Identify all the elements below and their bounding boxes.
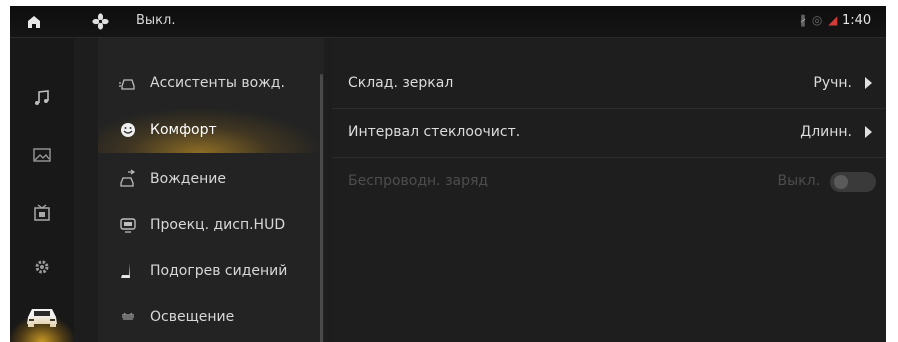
setting-value: Ручн. xyxy=(813,75,852,91)
clock: 1:40 xyxy=(842,13,872,28)
status-indicators: ∦ ◎ ◢ xyxy=(800,13,838,27)
category-item-lighting[interactable]: Освещение xyxy=(98,294,324,340)
category-label: Подогрев сидений xyxy=(150,263,288,279)
settings-list: Склад. зеркал Ручн. Интервал стеклоочист… xyxy=(332,38,886,342)
category-label: Проекц. дисп.HUD xyxy=(150,217,286,233)
toggle-knob xyxy=(834,175,848,189)
music-icon xyxy=(35,90,49,105)
category-item-seat-heating[interactable]: Подогрев сидений xyxy=(98,248,324,294)
category-item-hud[interactable]: Проекц. дисп.HUD xyxy=(98,202,324,248)
lighting-icon xyxy=(122,312,134,320)
assist-icon xyxy=(119,79,135,90)
infotainment-screen: Выкл. ∦ ◎ ◢ 1:40 Ассистенты вожд. Комфор… xyxy=(10,6,886,342)
setting-label: Склад. зеркал xyxy=(348,75,454,91)
status-bar: Выкл. ∦ ◎ ◢ 1:40 xyxy=(10,6,886,38)
comfort-icon xyxy=(121,123,135,137)
category-item-comfort[interactable]: Комфорт xyxy=(98,107,324,153)
signal-icon: ◢ xyxy=(828,13,839,27)
active-rail-glow xyxy=(10,316,74,342)
setting-row-mirror-folding[interactable]: Склад. зеркал Ручн. xyxy=(332,60,886,109)
fan-status-label[interactable]: Выкл. xyxy=(136,13,175,28)
category-scrollbar[interactable] xyxy=(320,74,323,342)
category-label: Ассистенты вожд. xyxy=(150,75,285,91)
category-item-driving[interactable]: Вождение xyxy=(98,156,324,202)
chevron-right-icon xyxy=(865,77,872,89)
setting-label: Интервал стеклоочист. xyxy=(348,124,521,140)
rail-media[interactable] xyxy=(10,193,74,233)
setting-value: Длинн. xyxy=(800,124,852,140)
driving-icon xyxy=(120,169,136,187)
wireless-charging-toggle[interactable] xyxy=(830,172,876,192)
gallery-icon xyxy=(33,148,51,162)
media-icon xyxy=(34,204,50,221)
sim-icon: ◎ xyxy=(811,13,824,27)
rail-settings[interactable] xyxy=(10,247,74,287)
category-item-assistants[interactable]: Ассистенты вожд. xyxy=(98,60,324,106)
setting-label: Беспроводн. заряд xyxy=(348,173,489,189)
fan-icon[interactable] xyxy=(92,13,109,30)
category-list: Ассистенты вожд. Комфорт Вождение Проекц… xyxy=(98,38,324,342)
rail-gallery[interactable] xyxy=(10,135,74,175)
home-icon[interactable] xyxy=(27,15,41,29)
settings-icon xyxy=(35,260,49,274)
setting-row-wiper-interval[interactable]: Интервал стеклоочист. Длинн. xyxy=(332,109,886,158)
app-rail xyxy=(10,38,74,342)
hud-icon xyxy=(120,218,136,233)
rail-music[interactable] xyxy=(10,78,74,118)
seat-heat-icon xyxy=(121,263,130,278)
chevron-right-icon xyxy=(865,126,872,138)
setting-value: Выкл. xyxy=(777,173,820,189)
setting-row-wireless-charging[interactable]: Беспроводн. заряд Выкл. xyxy=(332,158,886,206)
category-label: Комфорт xyxy=(150,122,217,138)
category-label: Освещение xyxy=(150,309,235,325)
bluetooth-icon: ∦ xyxy=(800,13,807,27)
category-label: Вождение xyxy=(150,171,226,187)
